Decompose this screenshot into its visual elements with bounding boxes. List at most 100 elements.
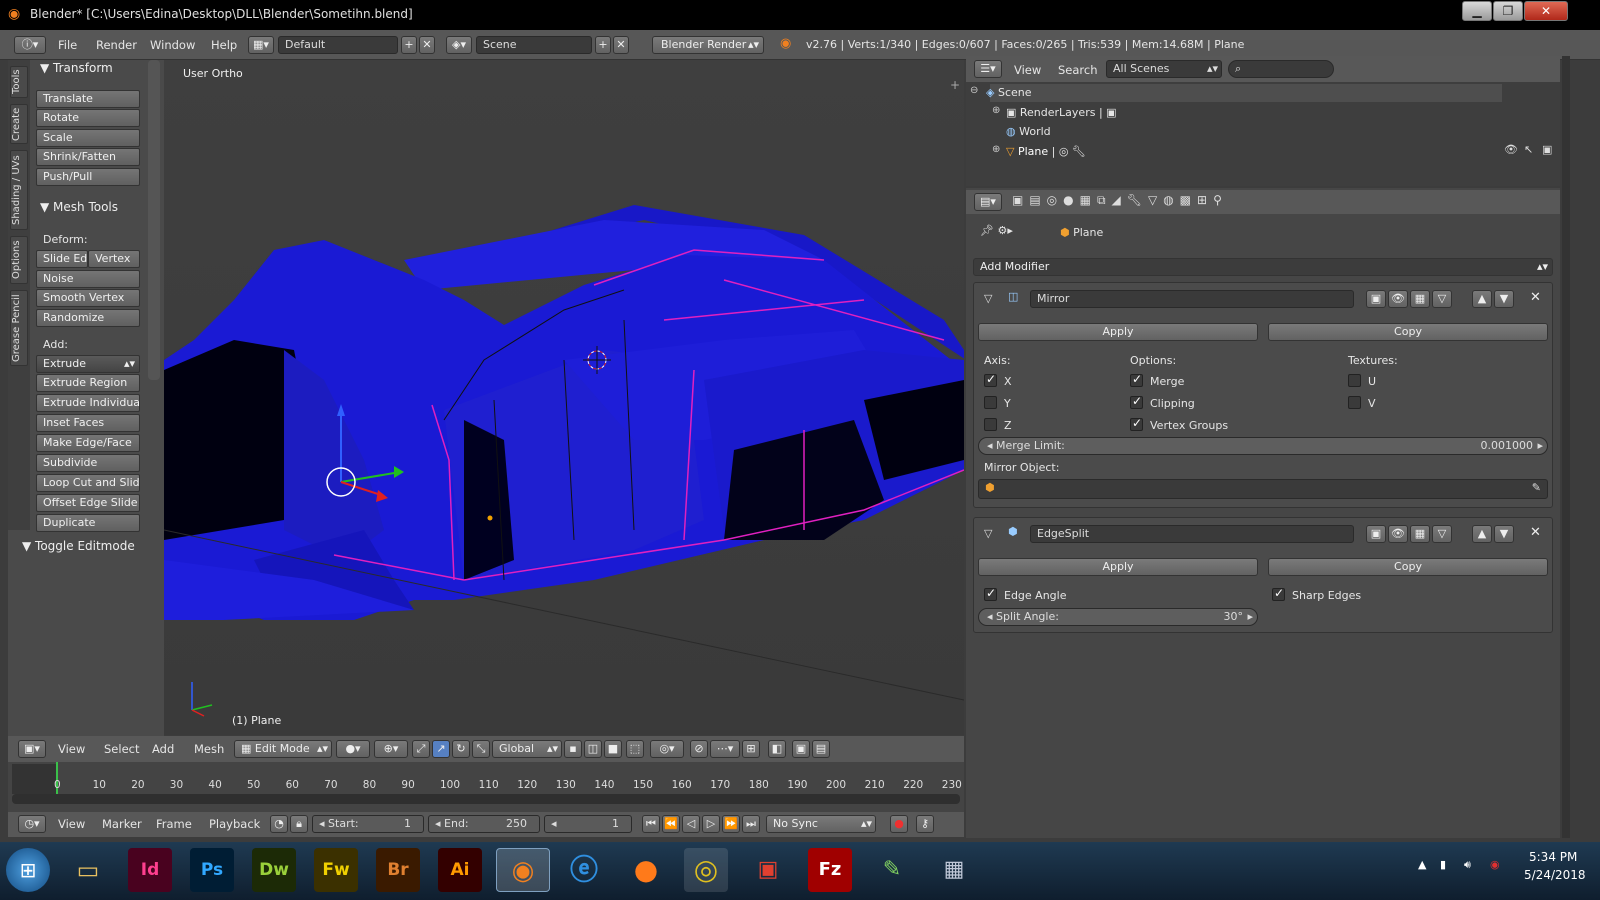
mirror-apply-button[interactable]: Apply <box>978 323 1258 341</box>
menu-tl-view[interactable]: View <box>58 817 85 831</box>
eyedropper-icon[interactable]: ✎ <box>1532 480 1541 496</box>
remove-modifier-icon[interactable]: ✕ <box>1530 290 1541 305</box>
outliner-item-plane[interactable]: ▽ Plane | ◎ 🔧︎ <box>1006 145 1086 158</box>
maximize-button[interactable]: ❐ <box>1493 1 1523 21</box>
push-pull-button[interactable]: Push/Pull <box>36 168 140 186</box>
snap-toggle-icon[interactable]: ⊘ <box>690 740 708 758</box>
axis-z-checkbox[interactable] <box>984 418 997 431</box>
axis-x-checkbox[interactable] <box>984 372 997 387</box>
menu-help[interactable]: Help <box>211 38 237 52</box>
menu-window[interactable]: Window <box>150 38 195 52</box>
shrink-fatten-button[interactable]: Shrink/Fatten <box>36 148 140 166</box>
menu-add[interactable]: Add <box>152 742 174 756</box>
edgesplit-copy-button[interactable]: Copy <box>1268 558 1548 576</box>
illustrator-icon[interactable]: Ai <box>438 848 482 892</box>
slide-edge-button[interactable]: Slide Ed <box>36 250 88 268</box>
snap-element-icon[interactable]: ⋯▾ <box>710 740 740 758</box>
viewport-corner-plus-icon[interactable]: + <box>950 78 960 92</box>
offset-edge-slide-button[interactable]: Offset Edge Slide <box>36 494 140 512</box>
outliner-item-renderlayers[interactable]: ▣ RenderLayers | ▣ <box>1006 106 1117 119</box>
timeline[interactable]: 0 10 20 30 40 50 60 70 80 90 100 110 120 130 140 150 160… <box>8 762 964 812</box>
toggle-editmode-header[interactable]: ▼ Toggle Editmode <box>22 539 135 553</box>
proportional-edit-icon[interactable]: ◎▾ <box>650 740 684 758</box>
jump-keyframe-forward-icon[interactable]: ⏩ <box>722 815 740 833</box>
face-select-icon[interactable]: ■ <box>604 740 622 758</box>
renderability-camera-icon[interactable]: ▣ <box>1542 143 1552 156</box>
tab-tools[interactable]: Tools <box>10 66 28 98</box>
collapse-icon[interactable]: ⊖ <box>970 85 978 96</box>
outliner-editor-type-icon[interactable]: ☰▾ <box>974 60 1002 78</box>
orientation-select[interactable]: Global ▴▾ <box>492 740 562 758</box>
outliner-menu-search[interactable]: Search <box>1058 63 1098 77</box>
edge-select-icon[interactable]: ◫ <box>584 740 602 758</box>
blender-taskbar-icon[interactable]: ◉ <box>496 848 550 892</box>
chrome-icon[interactable]: ◎ <box>684 848 728 892</box>
menu-mesh[interactable]: Mesh <box>194 742 224 756</box>
edgesplit-apply-button[interactable]: Apply <box>978 558 1258 576</box>
inset-faces-button[interactable]: Inset Faces <box>36 414 140 432</box>
render-preview-icon[interactable]: ◧ <box>768 740 786 758</box>
dreamweaver-icon[interactable]: Dw <box>252 848 296 892</box>
translate-button[interactable]: Translate <box>36 90 140 108</box>
jump-end-icon[interactable]: ⏭ <box>742 815 760 833</box>
mode-select[interactable]: ▦ Edit Mode ▴▾ <box>234 740 332 758</box>
close-button[interactable]: ✕ <box>1524 1 1568 21</box>
loop-cut-slide-button[interactable]: Loop Cut and Slide <box>36 474 140 492</box>
tab-shading-uvs[interactable]: Shading / UVs <box>10 150 28 230</box>
lock-icon[interactable]: 🔒︎ <box>290 815 308 833</box>
notepad-plus-icon[interactable]: ✎ <box>870 848 914 892</box>
layout-field[interactable]: Default <box>278 36 398 54</box>
clipping-checkbox[interactable] <box>1130 394 1143 409</box>
pin-icon[interactable]: 📌︎ ⚙▸ <box>980 224 1013 237</box>
current-frame-field[interactable]: ◂ 1 <box>544 815 632 833</box>
merge-checkbox[interactable] <box>1130 372 1143 387</box>
timeline-editor-type-icon[interactable]: ◷▾ <box>18 815 46 833</box>
make-edge-face-button[interactable]: Make Edge/Face <box>36 434 140 452</box>
photoshop-icon[interactable]: Ps <box>190 848 234 892</box>
antivirus-icon[interactable]: ◉ <box>1490 858 1500 871</box>
jump-keyframe-back-icon[interactable]: ⏪ <box>662 815 680 833</box>
network-icon[interactable]: ▮ <box>1440 858 1446 871</box>
menu-frame[interactable]: Frame <box>156 817 192 831</box>
edgesplit-name-field[interactable]: EdgeSplit <box>1030 525 1354 543</box>
internet-explorer-icon[interactable]: ⓔ <box>562 848 606 892</box>
opengl-animation-icon[interactable]: ▤ <box>812 740 830 758</box>
tab-create[interactable]: Create <box>10 104 28 144</box>
tab-options[interactable]: Options <box>10 236 28 284</box>
tab-grease-pencil[interactable]: Grease Pencil <box>10 290 28 366</box>
merge-limit-field[interactable]: ◂ Merge Limit: 0.001000 ▸ <box>978 437 1548 455</box>
collapse-arrow-icon[interactable]: ▽ <box>984 527 992 540</box>
slide-vertex-button[interactable]: Vertex <box>88 250 140 268</box>
render-engine-select[interactable]: Blender Render ▴▾ <box>652 36 764 54</box>
tray-expand-icon[interactable]: ▲ <box>1418 858 1426 871</box>
keying-icon[interactable]: ◔ <box>270 815 288 833</box>
layout-remove-icon[interactable]: ✕ <box>419 36 435 54</box>
rotate-manipulator-icon[interactable]: ↻ <box>452 740 470 758</box>
smooth-vertex-button[interactable]: Smooth Vertex <box>36 289 140 307</box>
properties-context-tabs[interactable]: ▣▤◎●▦⧉◢🔧︎▽◍▩⊞⚲ <box>1012 193 1242 211</box>
shading-icon[interactable]: ●▾ <box>336 740 370 758</box>
start-button[interactable]: ⊞ <box>6 848 50 892</box>
selectability-cursor-icon[interactable]: ↖ <box>1524 143 1533 156</box>
randomize-button[interactable]: Randomize <box>36 309 140 327</box>
menu-render[interactable]: Render <box>96 38 137 52</box>
axis-y-checkbox[interactable] <box>984 396 997 409</box>
opengl-render-icon[interactable]: ▣ <box>792 740 810 758</box>
outliner-item-scene[interactable]: ◈ Scene <box>986 86 1032 99</box>
mesh-tools-panel-header[interactable]: ▼ Mesh Tools <box>40 200 118 214</box>
mirror-copy-button[interactable]: Copy <box>1268 323 1548 341</box>
outliner-item-world[interactable]: ◍ World <box>1006 125 1051 138</box>
menu-marker[interactable]: Marker <box>102 817 142 831</box>
keyframe-tools-icon[interactable]: ⚷ <box>916 815 934 833</box>
mirror-name-field[interactable]: Mirror <box>1030 290 1354 308</box>
move-up-icon[interactable]: ▲ <box>1472 525 1492 543</box>
jump-start-icon[interactable]: ⏮ <box>642 815 660 833</box>
move-down-icon[interactable]: ▼ <box>1494 525 1514 543</box>
tool-shelf-scrollbar[interactable] <box>148 60 160 380</box>
expand-icon[interactable]: ⊕ <box>992 105 1000 116</box>
sync-select[interactable]: No Sync ▴▾ <box>766 815 876 833</box>
viewport-toggle-icon[interactable]: 👁︎ <box>1388 525 1408 543</box>
properties-editor-type-icon[interactable]: ▤▾ <box>974 193 1002 211</box>
transform-panel-header[interactable]: ▼ Transform <box>40 61 113 75</box>
viewport-toggle-icon[interactable]: 👁︎ <box>1388 290 1408 308</box>
